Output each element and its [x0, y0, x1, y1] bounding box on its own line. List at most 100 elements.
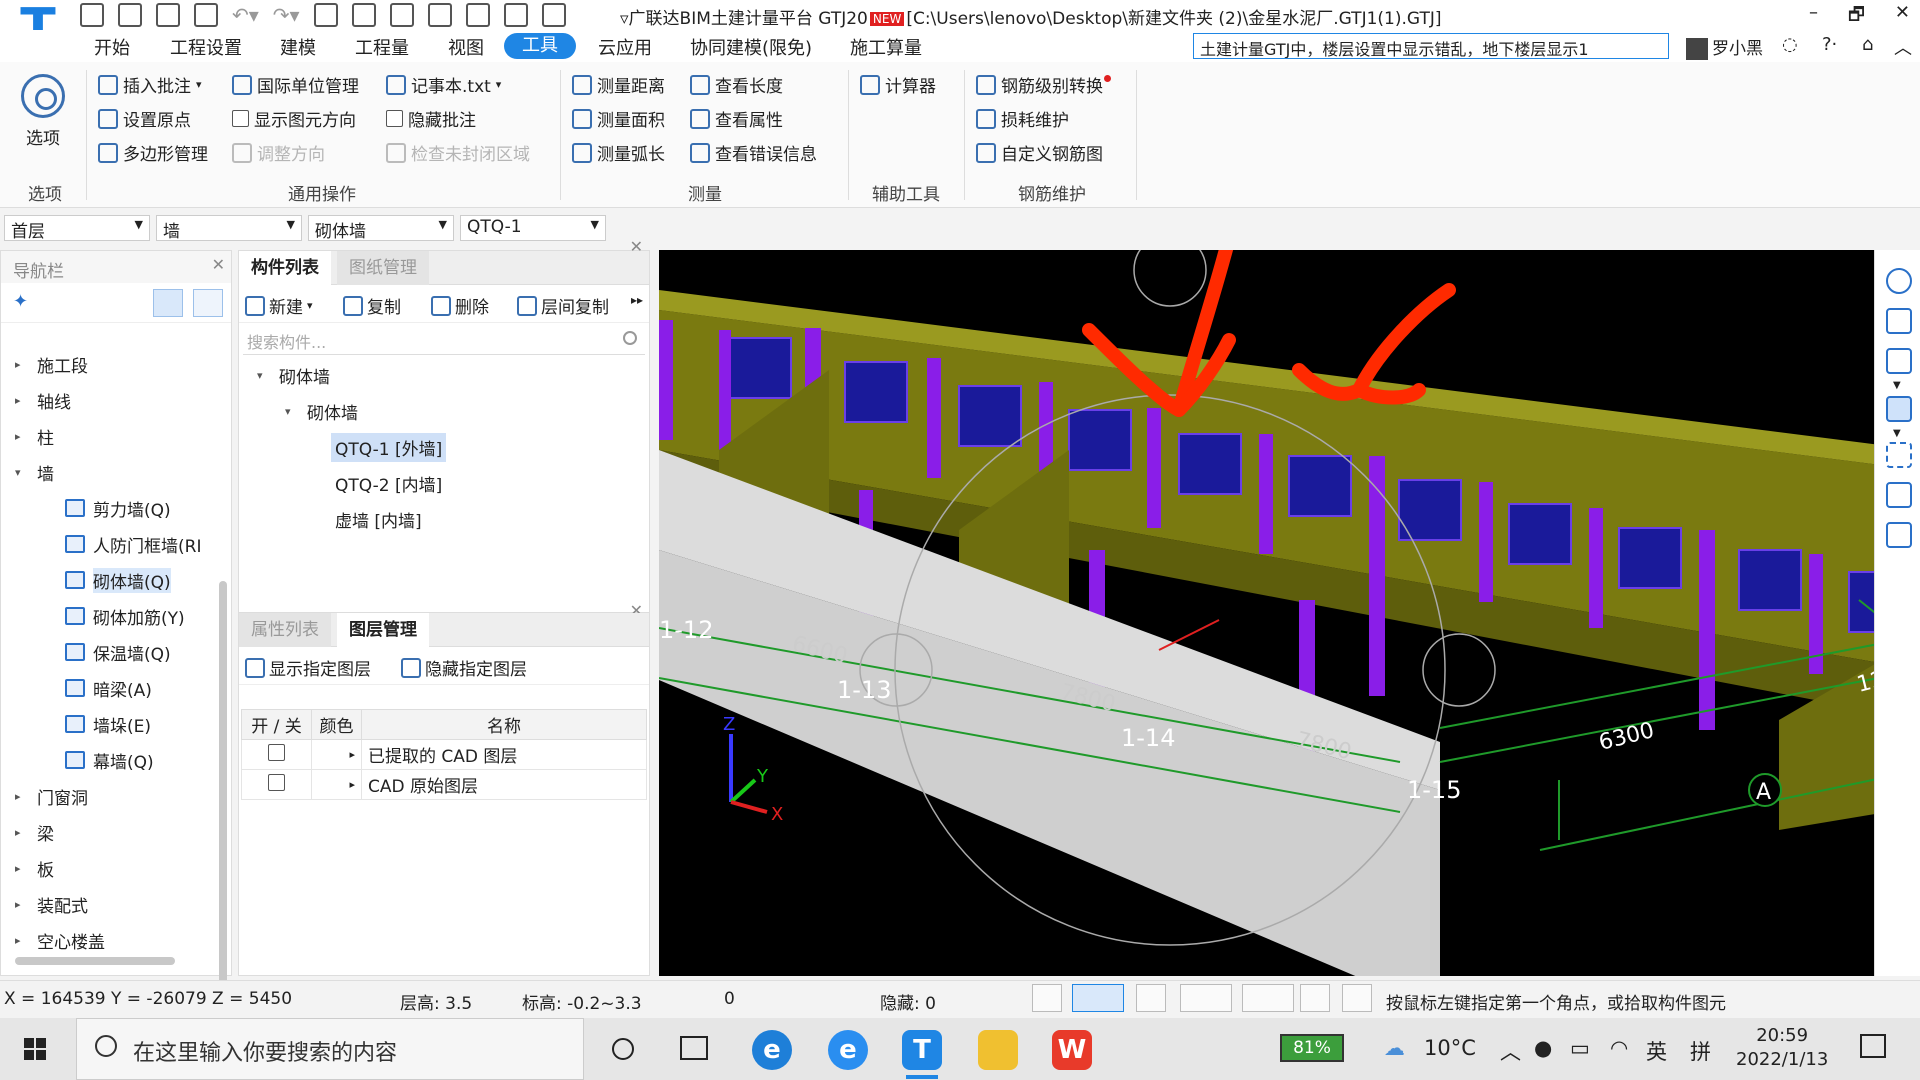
menu-start[interactable]: 开始 — [94, 34, 130, 60]
chevron-down-icon[interactable]: ▾ — [15, 466, 37, 479]
browser-icon[interactable]: e — [828, 1030, 868, 1070]
snap-off-icon[interactable] — [1136, 984, 1166, 1012]
orbit-view-icon[interactable] — [1886, 268, 1912, 294]
nav-scrollbar[interactable] — [219, 581, 227, 1011]
refresh-icon[interactable] — [541, 3, 566, 27]
close-icon[interactable]: ✕ — [212, 255, 225, 274]
sidebar-item[interactable]: 剪力墙(Q) — [1, 490, 213, 526]
upload-icon[interactable] — [80, 3, 104, 27]
chevron-right-icon[interactable]: ▸ — [15, 934, 37, 947]
menu-project-settings[interactable]: 工程设置 — [170, 34, 242, 60]
weather-icon[interactable]: ☁ — [1384, 1036, 1405, 1060]
restore-button[interactable]: 🗗 — [1848, 2, 1865, 32]
sidebar-item[interactable]: 保温墙(Q) — [1, 634, 213, 670]
gtj-app-icon[interactable]: T — [902, 1030, 942, 1079]
expand-icon[interactable]: ▸ — [311, 769, 362, 800]
collapse-ribbon-icon[interactable]: ︿ — [1894, 34, 1912, 60]
help-icon[interactable]: ?· — [1822, 34, 1837, 55]
loss-maint-button[interactable]: 损耗维护 — [976, 106, 1069, 131]
sidebar-item[interactable]: 砌体加筋(Y) — [1, 598, 213, 634]
pin-icon[interactable]: ✦ — [13, 291, 28, 312]
chevron-down-icon[interactable]: ▼ — [1893, 428, 1901, 439]
sidebar-item[interactable]: ▸ 装配式 — [1, 886, 213, 922]
sidebar-item[interactable]: 暗梁(A) — [1, 670, 213, 706]
hide-layer-button[interactable]: 隐藏指定图层 — [401, 655, 527, 680]
menu-quantity[interactable]: 工程量 — [355, 34, 409, 60]
measure-arc-button[interactable]: 测量弧长 — [572, 140, 665, 165]
chevron-right-icon[interactable]: ▸ — [15, 430, 37, 443]
summary-icon[interactable] — [313, 3, 338, 27]
tree-node-root[interactable]: ▾ 砌体墙 — [239, 357, 649, 393]
sidebar-item[interactable]: ▸ 空心楼盖 — [1, 922, 213, 958]
menu-tools[interactable]: 工具 — [504, 33, 576, 59]
component-item[interactable]: QTQ-1 [外墙] — [239, 429, 649, 465]
temperature[interactable]: 10°C — [1424, 1036, 1476, 1060]
chevron-right-icon[interactable]: ▸ — [15, 358, 37, 371]
custom-diagram-button[interactable]: 自定义钢筋图 — [976, 140, 1103, 165]
home-icon[interactable]: ⌂ — [1862, 34, 1873, 55]
chat-icon[interactable]: ◌ — [1782, 34, 1798, 55]
qq-icon[interactable]: ● — [1534, 1036, 1552, 1060]
menu-collab[interactable]: 协同建模(限免) — [690, 34, 812, 60]
select-box-icon[interactable] — [1072, 984, 1124, 1012]
menu-view[interactable]: 视图 — [448, 34, 484, 60]
sidebar-item[interactable]: 砌体墙(Q) — [1, 562, 213, 598]
redo-icon[interactable]: ↷▾ — [273, 3, 300, 27]
capture-icon[interactable] — [1300, 984, 1330, 1012]
layer-checkbox[interactable] — [241, 769, 312, 800]
layer-checkbox[interactable] — [241, 739, 312, 770]
table-row[interactable]: ▸ 已提取的 CAD 图层 — [241, 739, 647, 770]
tray-expand-icon[interactable]: ︿ — [1500, 1036, 1521, 1066]
show-direction-checkbox[interactable]: 显示图元方向 — [232, 106, 356, 131]
2d-view-icon[interactable] — [1886, 308, 1912, 334]
system-clock[interactable]: 20:59 2022/1/13 — [1736, 1024, 1828, 1072]
save-icon[interactable] — [194, 3, 218, 27]
solid-view-icon[interactable] — [1886, 396, 1912, 422]
user-account[interactable]: 罗小黑 — [1686, 34, 1763, 60]
tab-properties[interactable]: 属性列表 — [239, 613, 331, 647]
floor-copy-button[interactable]: 层间复制 — [517, 293, 609, 318]
component-select[interactable]: QTQ-1 ▼ — [460, 215, 606, 241]
chevron-right-icon[interactable]: ▸ — [15, 394, 37, 407]
cortana-icon[interactable] — [612, 1038, 634, 1060]
chevron-right-icon[interactable]: ▸ — [15, 898, 37, 911]
more-tools-icon[interactable]: ▸▸ — [631, 293, 643, 307]
chevron-right-icon[interactable]: ▸ — [15, 826, 37, 839]
task-view-icon[interactable] — [680, 1036, 708, 1060]
set-origin-button[interactable]: 设置原点 — [98, 106, 191, 131]
3d-viewport[interactable]: 1-12 1-13 1-14 1-15 6600 7800 7800 6300 … — [659, 250, 1920, 976]
sidebar-item[interactable]: ▸ 施工段 — [1, 346, 213, 382]
angle-icon[interactable] — [1180, 984, 1232, 1012]
cube-icon[interactable] — [1886, 482, 1912, 508]
sidebar-item[interactable]: ▸ 梁 — [1, 814, 213, 850]
undo-icon[interactable]: ↶▾ — [232, 3, 259, 27]
menu-modeling[interactable]: 建模 — [280, 34, 316, 60]
delete-button[interactable]: 删除 — [431, 293, 489, 318]
file-explorer-icon[interactable] — [978, 1030, 1018, 1070]
check-unclosed-button[interactable]: 检查未封闭区域 — [386, 140, 530, 165]
column-icon[interactable] — [503, 3, 528, 27]
expand-icon[interactable]: ▸ — [311, 739, 362, 770]
ortho-toggle-icon[interactable] — [1032, 984, 1062, 1012]
grid-icon[interactable] — [389, 3, 414, 27]
component-item[interactable]: 虚墙 [内墙] — [239, 501, 649, 537]
polygon-mgmt-button[interactable]: 多边形管理 — [98, 140, 208, 165]
rebar-grade-convert-button[interactable]: 钢筋级别转换 — [976, 72, 1111, 97]
menu-construction[interactable]: 施工算量 — [850, 34, 922, 60]
detail-view-icon[interactable] — [193, 289, 223, 317]
fullscreen-icon[interactable] — [1886, 442, 1912, 468]
minimize-button[interactable]: – — [1809, 2, 1818, 32]
search-icon[interactable] — [623, 331, 637, 345]
tree-node-child[interactable]: ▾ 砌体墙 — [239, 393, 649, 429]
chevron-right-icon[interactable]: ▸ — [15, 862, 37, 875]
ime-mode[interactable]: 拼 — [1690, 1036, 1711, 1066]
options-button[interactable]: 选项 — [18, 74, 68, 149]
show-layer-button[interactable]: 显示指定图层 — [245, 655, 371, 680]
layout-icon[interactable] — [427, 3, 452, 27]
view-errors-button[interactable]: 查看错误信息 — [690, 140, 817, 165]
floor-select[interactable]: 首层 ▼ — [4, 215, 150, 242]
battery-indicator[interactable]: 81% — [1280, 1034, 1344, 1062]
sidebar-item[interactable]: 墙垛(E) — [1, 706, 213, 742]
list-view-icon[interactable] — [153, 289, 183, 317]
measure-area-button[interactable]: 测量面积 — [572, 106, 665, 131]
